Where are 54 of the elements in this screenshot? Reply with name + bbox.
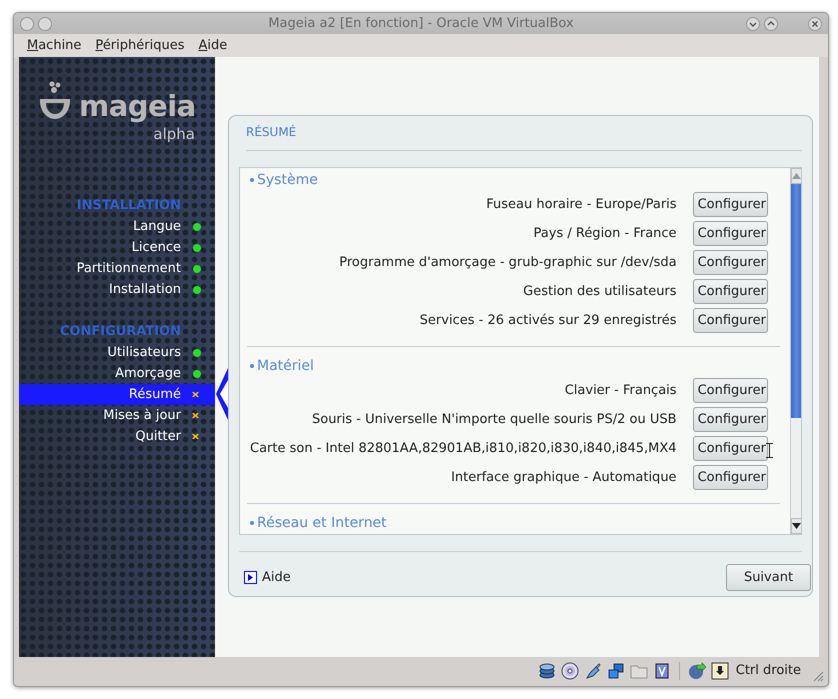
- help-button[interactable]: Aide: [244, 570, 291, 585]
- scrollbar[interactable]: [790, 168, 801, 534]
- step-item[interactable]: Licence: [19, 237, 215, 258]
- maximize-icon[interactable]: [764, 16, 778, 30]
- step-item[interactable]: Mises à jour: [19, 405, 215, 426]
- step-item[interactable]: Installation: [19, 279, 215, 300]
- window-title: Mageia a2 [En fonction] - Oracle VM VirtualBox: [267, 16, 575, 31]
- edition-label: alpha: [152, 125, 196, 143]
- setting-label: Services - 26 activés sur 29 enregistrés: [420, 312, 677, 328]
- setting-label: Clavier - Français: [564, 382, 677, 398]
- group-heading: Matériel: [256, 356, 314, 376]
- configure-button[interactable]: Configurer: [692, 250, 768, 275]
- close-icon[interactable]: [808, 16, 822, 30]
- configure-button[interactable]: Configurer: [692, 278, 768, 304]
- configure-button[interactable]: Configurer: [692, 436, 768, 461]
- hard-disk-icon[interactable]: [538, 662, 556, 680]
- configure-button[interactable]: Configurer: [692, 192, 768, 217]
- step-item[interactable]: Quitter: [19, 426, 215, 447]
- setting-label: Gestion des utilisateurs: [523, 284, 677, 299]
- next-button[interactable]: Suivant: [726, 564, 811, 591]
- configure-button[interactable]: Configurer: [692, 464, 768, 490]
- host-key-label: Ctrl droite: [736, 663, 801, 678]
- step-item[interactable]: Amorçage: [19, 363, 215, 384]
- menu-item[interactable]: Machine: [27, 38, 82, 53]
- group-heading: Système: [256, 170, 318, 190]
- section-heading: INSTALLATION: [76, 197, 182, 215]
- setting-label: Carte son - Intel 82801AA,82901AB,i810,i820,i830,i840,i845,MX4: [250, 440, 677, 456]
- configure-button[interactable]: Configurer: [692, 378, 768, 403]
- section-heading: CONFIGURATION: [58, 323, 182, 341]
- panel-title: RÉSUMÉ: [246, 122, 802, 151]
- group-heading: Réseau et Internet: [256, 514, 387, 533]
- pointer-arrow-icon: [215, 368, 229, 420]
- configure-button[interactable]: Configurer: [692, 308, 768, 333]
- chip-icon[interactable]: [652, 662, 671, 680]
- step-item[interactable]: Langue: [19, 216, 215, 237]
- logo-text: mageia: [79, 89, 196, 123]
- scroll-down-icon[interactable]: [792, 523, 801, 530]
- resize-grip-icon[interactable]: [812, 670, 824, 682]
- menu-item[interactable]: Aide: [198, 38, 228, 53]
- disc-icon[interactable]: [560, 662, 579, 680]
- configure-button[interactable]: Configurer: [692, 406, 768, 432]
- setting-label: Souris - Universelle N'importe quelle souris PS/2 ou USB: [312, 412, 677, 427]
- minimize-icon[interactable]: [746, 16, 760, 30]
- setting-label: Pays / Région - France: [534, 226, 677, 241]
- setting-label: Interface graphique - Automatique: [451, 470, 677, 485]
- play-icon: [244, 570, 257, 584]
- network-icon[interactable]: [606, 662, 625, 680]
- menu-item[interactable]: Périphériques: [95, 38, 184, 53]
- step-item[interactable]: Partitionnement: [19, 258, 215, 279]
- text-cursor-icon: [766, 442, 773, 458]
- configure-button[interactable]: Configurer: [692, 220, 768, 246]
- setting-label: Programme d'amorçage - grub-graphic sur /dev/sda: [339, 254, 677, 270]
- setting-label: Fuseau horaire - Europe/Paris: [486, 196, 677, 212]
- step-item[interactable]: Utilisateurs: [19, 342, 215, 363]
